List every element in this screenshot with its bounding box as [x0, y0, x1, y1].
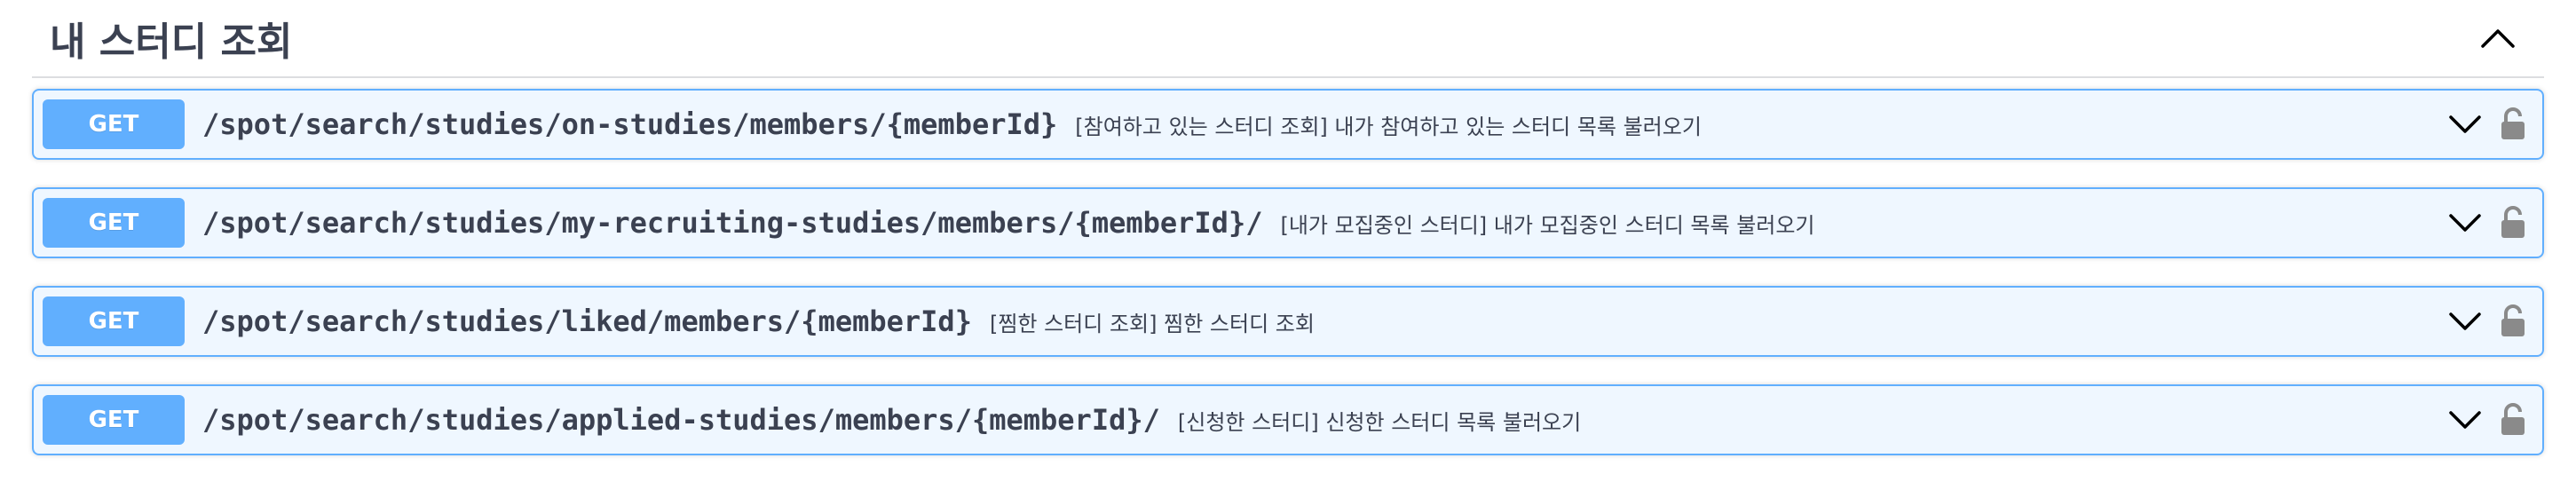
- expand-operation-button[interactable]: [2448, 409, 2482, 431]
- operation-path: /spot/search/studies/my-recruiting-studi…: [202, 206, 1263, 240]
- expand-operation-button[interactable]: [2448, 114, 2482, 135]
- authorize-lock-button[interactable]: [2500, 206, 2526, 240]
- collapse-section-button[interactable]: [2469, 10, 2526, 67]
- operation-controls: [2448, 304, 2533, 338]
- method-badge: GET: [43, 395, 185, 445]
- operation-row[interactable]: GET /spot/search/studies/my-recruiting-s…: [32, 187, 2544, 258]
- lock-icon: [2501, 304, 2525, 336]
- chevron-down-icon: [2449, 115, 2481, 133]
- expand-operation-button[interactable]: [2448, 212, 2482, 233]
- operation-row[interactable]: GET /spot/search/studies/applied-studies…: [32, 384, 2544, 455]
- api-section: 내 스터디 조회 GET /spot/search/studies/on-stu…: [0, 0, 2576, 490]
- method-badge: GET: [43, 296, 185, 346]
- operations-list: GET /spot/search/studies/on-studies/memb…: [32, 78, 2544, 455]
- section-title: 내 스터디 조회: [50, 20, 293, 65]
- operation-summary: [참여하고 있는 스터디 조회] 내가 참여하고 있는 스터디 목록 불러오기: [1075, 114, 1702, 139]
- method-badge: GET: [43, 99, 185, 149]
- chevron-down-icon: [2449, 411, 2481, 429]
- operation-path: /spot/search/studies/liked/members/{memb…: [202, 304, 972, 338]
- section-header[interactable]: 내 스터디 조회: [32, 0, 2544, 78]
- operation-row[interactable]: GET /spot/search/studies/on-studies/memb…: [32, 89, 2544, 160]
- operation-row[interactable]: GET /spot/search/studies/liked/members/{…: [32, 286, 2544, 357]
- operation-controls: [2448, 206, 2533, 240]
- operation-path: /spot/search/studies/applied-studies/mem…: [202, 403, 1160, 437]
- operation-summary: [내가 모집중인 스터디] 내가 모집중인 스터디 목록 불러오기: [1280, 212, 1815, 238]
- chevron-down-icon: [2449, 312, 2481, 330]
- authorize-lock-button[interactable]: [2500, 304, 2526, 338]
- operation-controls: [2448, 107, 2533, 141]
- operation-summary: [찜한 스터디 조회] 찜한 스터디 조회: [989, 311, 1315, 336]
- authorize-lock-button[interactable]: [2500, 403, 2526, 437]
- operation-summary: [신청한 스터디] 신청한 스터디 목록 불러오기: [1177, 409, 1582, 435]
- operation-controls: [2448, 403, 2533, 437]
- authorize-lock-button[interactable]: [2500, 107, 2526, 141]
- lock-icon: [2501, 403, 2525, 435]
- operation-path: /spot/search/studies/on-studies/members/…: [202, 107, 1058, 141]
- method-badge: GET: [43, 198, 185, 248]
- chevron-up-icon: [2481, 29, 2515, 48]
- lock-icon: [2501, 107, 2525, 139]
- lock-icon: [2501, 206, 2525, 238]
- expand-operation-button[interactable]: [2448, 311, 2482, 332]
- chevron-down-icon: [2449, 214, 2481, 232]
